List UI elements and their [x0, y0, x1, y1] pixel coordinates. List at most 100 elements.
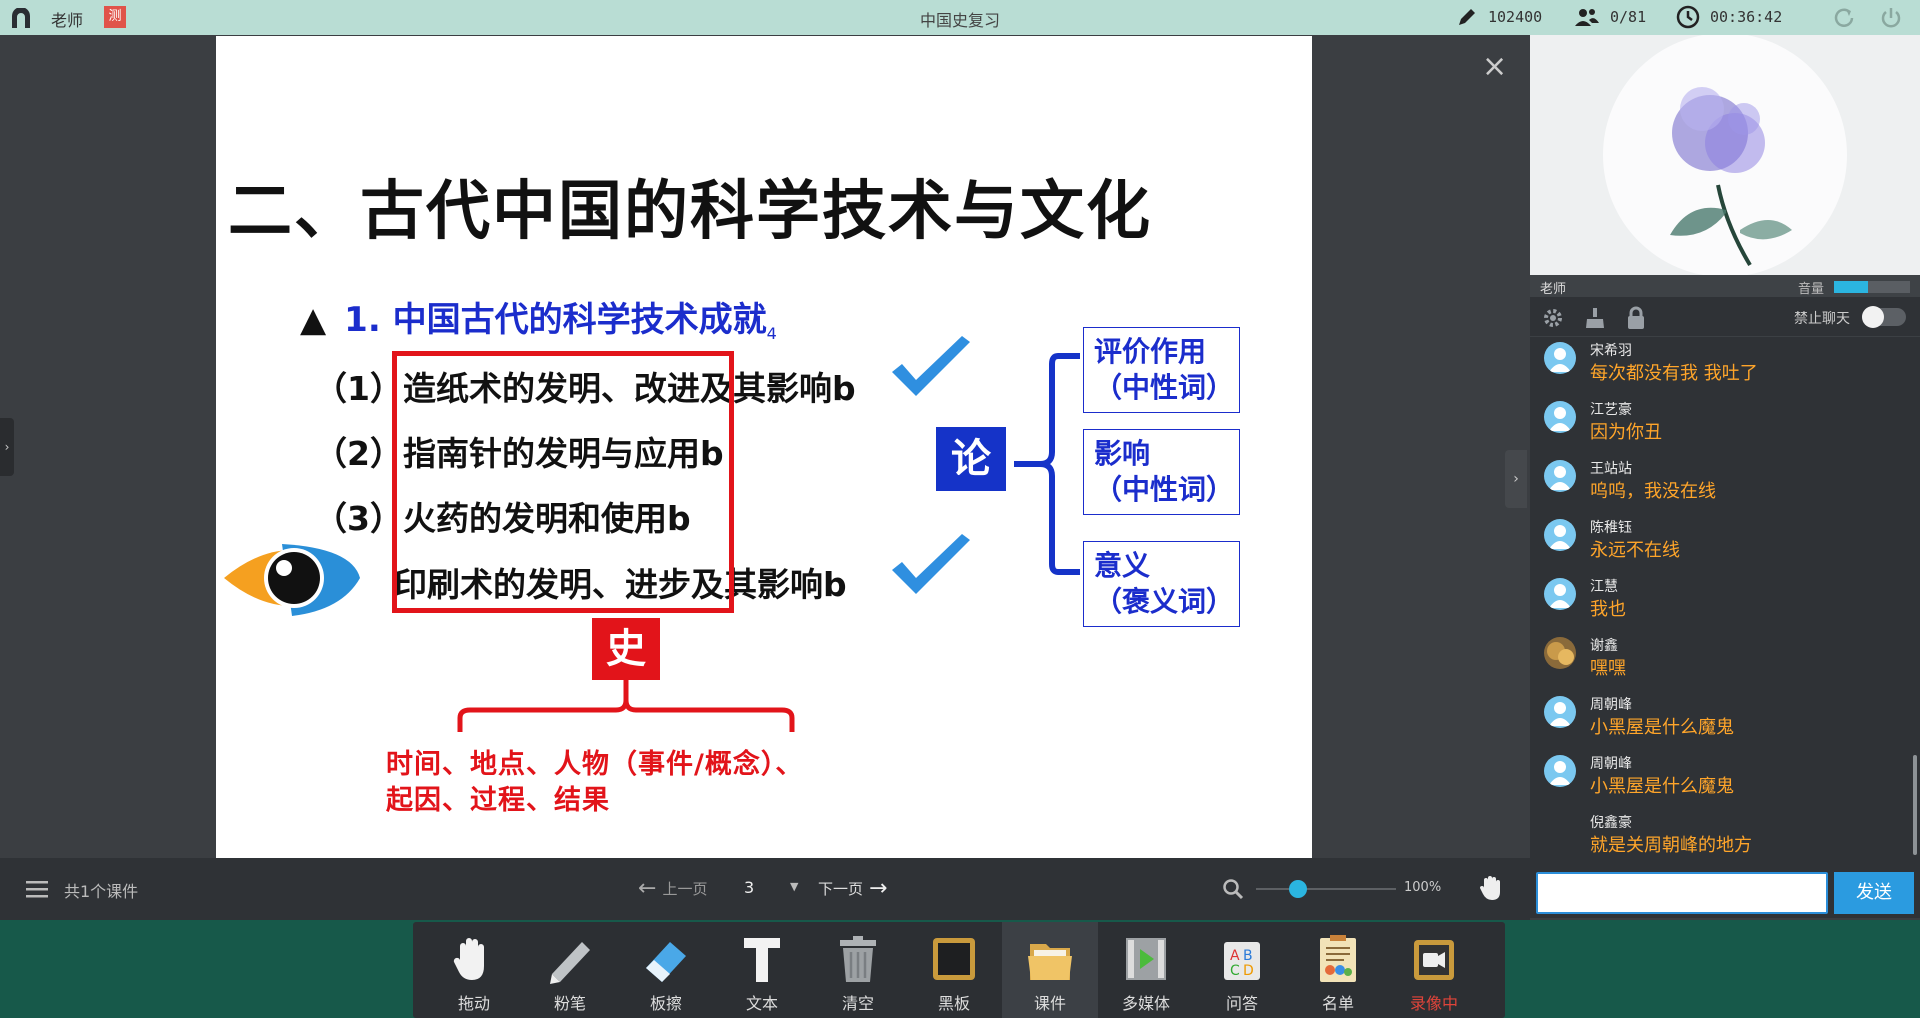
- chat-user-name: 周朝峰: [1590, 756, 1632, 772]
- zoom-slider-knob[interactable]: [1289, 880, 1307, 898]
- video-info-bar: 老师 音量: [1530, 275, 1920, 297]
- user-avatar-icon: [1544, 342, 1576, 374]
- chat-message: 王站站 呜呜，我没在线: [1530, 456, 1920, 515]
- checkmark-icon: [892, 336, 970, 396]
- tool-text[interactable]: 文本: [714, 922, 810, 1018]
- tool-courseware[interactable]: 课件: [1002, 922, 1098, 1018]
- mute-chat-toggle[interactable]: [1862, 306, 1906, 328]
- significance-box-title: 意义: [1094, 549, 1151, 582]
- folder-icon: [1028, 944, 1072, 980]
- chat-tools-row: 禁止聊天: [1530, 297, 1920, 337]
- user-avatar-icon: [1544, 401, 1576, 433]
- tool-qa[interactable]: ABCD 问答: [1194, 922, 1290, 1018]
- tool-recording[interactable]: 录像中: [1386, 922, 1482, 1018]
- lun-label: 论: [936, 427, 1006, 491]
- chat-message: 倪鑫豪 就是关周朝峰的地方: [1530, 810, 1920, 860]
- chat-scrollbar[interactable]: [1913, 755, 1917, 855]
- tool-chalk[interactable]: 粉笔: [522, 922, 618, 1018]
- courseware-count: 共1个课件: [64, 882, 139, 901]
- influence-box-note: （中性词）: [1094, 473, 1235, 506]
- toggle-knob: [1862, 306, 1884, 328]
- chat-message: 江慧 我也: [1530, 574, 1920, 633]
- chat-text: 小黑屋是什么魔鬼: [1590, 717, 1734, 738]
- zoom-value: 100%: [1404, 880, 1442, 895]
- shi-description-line1: 时间、地点、人物（事件/概念）、: [386, 749, 804, 780]
- volume-level: [1834, 281, 1869, 293]
- triangle-marker: ▲: [300, 300, 327, 340]
- chat-message: 陈稚钰 永远不在线: [1530, 515, 1920, 574]
- svg-text:B: B: [1243, 948, 1253, 964]
- chat-user-name: 周朝峰: [1590, 697, 1632, 713]
- gear-icon[interactable]: [1542, 307, 1564, 329]
- chat-user-name: 宋希羽: [1590, 343, 1632, 359]
- tool-clear[interactable]: 清空: [810, 922, 906, 1018]
- tool-drag[interactable]: 拖动: [426, 922, 522, 1018]
- chat-text: 因为你丑: [1590, 422, 1662, 443]
- send-button[interactable]: 发送: [1834, 872, 1914, 914]
- next-page-label: 下一页: [818, 880, 864, 898]
- tool-label: 板擦: [649, 994, 682, 1013]
- influence-box: 影响 （中性词）: [1083, 429, 1240, 515]
- online-stat: 0/81: [1574, 6, 1646, 28]
- points-stat: 102400: [1456, 6, 1542, 28]
- left-panel-toggle[interactable]: ›: [0, 418, 14, 476]
- eye-icon: [224, 544, 360, 616]
- prev-page-button[interactable]: ← 上一页: [638, 876, 707, 901]
- chat-input[interactable]: [1536, 872, 1828, 914]
- user-avatar-icon: [1544, 460, 1576, 492]
- eraser-icon: [646, 942, 686, 982]
- evaluation-box: 评价作用 （中性词）: [1083, 327, 1240, 413]
- chat-user-name: 江艺豪: [1590, 402, 1632, 418]
- refresh-icon[interactable]: [1832, 6, 1856, 30]
- record-icon: [1414, 940, 1454, 980]
- subtitle-text: 1. 中国古代的科学技术成就: [344, 300, 767, 340]
- chat-user-name: 谢鑫: [1590, 638, 1618, 654]
- close-slide-icon[interactable]: ×: [1482, 52, 1507, 82]
- chat-message: 周朝峰 小黑屋是什么魔鬼: [1530, 692, 1920, 751]
- evaluation-box-title: 评价作用: [1094, 335, 1207, 368]
- tool-label: 黑板: [937, 994, 970, 1013]
- tool-eraser[interactable]: 板擦: [618, 922, 714, 1018]
- clock-icon: [1676, 5, 1700, 29]
- chat-text: 呜呜，我没在线: [1590, 481, 1716, 502]
- hand-tool-icon[interactable]: [1478, 874, 1504, 902]
- tool-label: 录像中: [1409, 994, 1458, 1013]
- user-avatar-icon: [1544, 755, 1576, 787]
- tool-label: 名单: [1321, 994, 1354, 1013]
- tool-blackboard[interactable]: 黑板: [906, 922, 1002, 1018]
- chat-message: 宋希羽 每次都没有我 我吐了: [1530, 338, 1920, 397]
- significance-box-note: （褒义词）: [1094, 585, 1235, 618]
- teaching-toolbar: 拖动 粉笔 板擦 文本 清空 黑板 课件 多媒体 ABCD 问答 名单 录像中: [413, 922, 1505, 1018]
- trash-icon: [840, 936, 876, 982]
- page-select[interactable]: 3: [744, 878, 754, 897]
- tool-label: 文本: [745, 994, 778, 1013]
- tool-multimedia[interactable]: 多媒体: [1098, 922, 1194, 1018]
- side-panel: 老师 音量 禁止聊天 宋希羽 每次都没有我 我吐了 江艺豪 因为你丑 王站站 呜…: [1530, 35, 1920, 918]
- lun-brace: [1014, 353, 1080, 575]
- next-page-button[interactable]: 下一页 →: [818, 876, 887, 901]
- chat-message-list[interactable]: 宋希羽 每次都没有我 我吐了 江艺豪 因为你丑 王站站 呜呜，我没在线 陈稚钰 …: [1530, 338, 1920, 860]
- lock-icon[interactable]: [1626, 306, 1646, 330]
- hand-icon: [453, 938, 484, 980]
- slide-subtitle: ▲ 1. 中国古代的科学技术成就4: [300, 292, 777, 343]
- volume-label: 音量: [1798, 282, 1825, 297]
- caret-down-icon[interactable]: ▼: [790, 880, 798, 893]
- menu-icon[interactable]: [26, 880, 48, 898]
- qa-icon: A BC D: [1224, 942, 1260, 980]
- user-avatar-icon: [1544, 696, 1576, 728]
- slide-nav-bar: 共1个课件 ← 上一页 3 ▼ 下一页 → 100%: [0, 858, 1530, 920]
- tool-label: 多媒体: [1121, 994, 1170, 1013]
- broom-icon[interactable]: [1584, 307, 1606, 329]
- blackboard-icon: [933, 938, 975, 980]
- power-icon[interactable]: [1879, 6, 1903, 30]
- teacher-video: [1530, 35, 1920, 275]
- right-panel-toggle[interactable]: ›: [1505, 450, 1527, 508]
- user-avatar-icon: [1544, 519, 1576, 551]
- mute-chat-label: 禁止聊天: [1794, 311, 1850, 327]
- tool-roster[interactable]: 名单: [1290, 922, 1386, 1018]
- tool-label: 拖动: [457, 994, 490, 1013]
- shi-label: 史: [592, 618, 660, 680]
- slide-canvas[interactable]: 二、古代中国的科学技术与文化 ▲ 1. 中国古代的科学技术成就4 （1）造纸术的发…: [216, 36, 1312, 858]
- chat-text: 小黑屋是什么魔鬼: [1590, 776, 1734, 797]
- zoom-slider-track[interactable]: [1256, 880, 1396, 898]
